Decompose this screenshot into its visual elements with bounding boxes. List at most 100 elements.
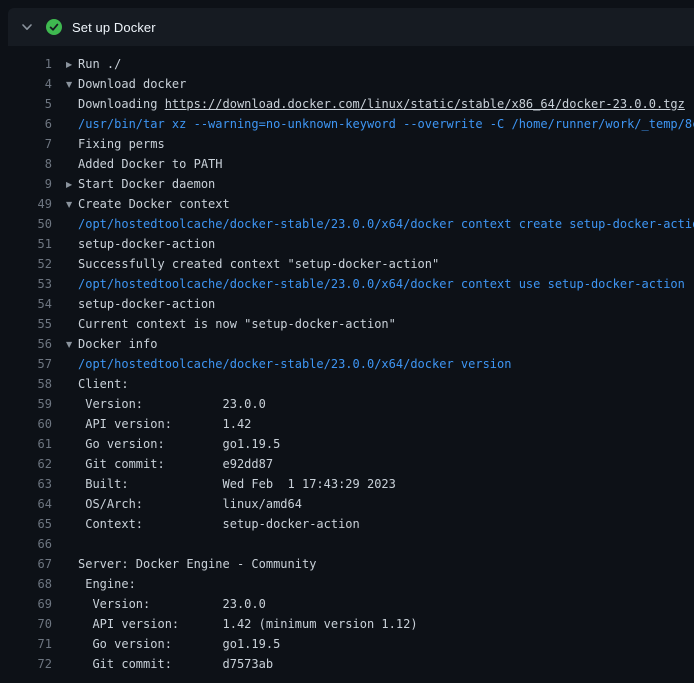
- line-number[interactable]: 61: [6, 437, 52, 451]
- line-number[interactable]: 51: [6, 237, 52, 251]
- log-command-line: /opt/hostedtoolcache/docker-stable/23.0.…: [66, 277, 685, 291]
- log-group-title[interactable]: ▶Start Docker daemon: [66, 177, 215, 191]
- success-check-icon: [46, 19, 62, 35]
- log-command-line: /opt/hostedtoolcache/docker-stable/23.0.…: [66, 357, 511, 371]
- line-content: Added Docker to PATH: [66, 157, 223, 171]
- line-number[interactable]: 60: [6, 417, 52, 431]
- line-number[interactable]: 57: [6, 357, 52, 371]
- log-row: 66: [0, 534, 694, 554]
- line-content: Client:: [66, 377, 129, 391]
- log-row: 4 ▼Download docker: [0, 74, 694, 94]
- log-group-title[interactable]: ▶Run ./: [66, 57, 121, 71]
- line-number[interactable]: 62: [6, 457, 52, 471]
- log-row: 5 Downloading https://download.docker.co…: [0, 94, 694, 114]
- log-row: 64 OS/Arch: linux/amd64: [0, 494, 694, 514]
- log-row: 52 Successfully created context "setup-d…: [0, 254, 694, 274]
- line-number[interactable]: 53: [6, 277, 52, 291]
- line-content: API version: 1.42 (minimum version 1.12): [66, 617, 418, 631]
- line-number[interactable]: 58: [6, 377, 52, 391]
- log-group-title[interactable]: ▼Create Docker context: [66, 197, 230, 211]
- line-content: Current context is now "setup-docker-act…: [66, 317, 396, 331]
- line-content: API version: 1.42: [66, 417, 251, 431]
- log-row: 65 Context: setup-docker-action: [0, 514, 694, 534]
- log-row: 9 ▶Start Docker daemon: [0, 174, 694, 194]
- line-content: Fixing perms: [66, 137, 165, 151]
- chevron-collapsed-icon: ▶: [66, 180, 78, 189]
- chevron-expanded-icon: ▼: [66, 200, 78, 209]
- chevron-collapsed-icon: ▶: [66, 60, 78, 69]
- log-row: 50 /opt/hostedtoolcache/docker-stable/23…: [0, 214, 694, 234]
- log-group-title[interactable]: ▼Docker info: [66, 337, 157, 351]
- log-row: 68 Engine:: [0, 574, 694, 594]
- line-number[interactable]: 50: [6, 217, 52, 231]
- log-row: 72 Git commit: d7573ab: [0, 654, 694, 674]
- step-header[interactable]: Set up Docker: [8, 8, 694, 46]
- line-content: Go version: go1.19.5: [66, 437, 280, 451]
- log-group-title[interactable]: ▼Download docker: [66, 77, 186, 91]
- log-command-line: /usr/bin/tar xz --warning=no-unknown-key…: [66, 117, 694, 131]
- line-number[interactable]: 54: [6, 297, 52, 311]
- line-number[interactable]: 65: [6, 517, 52, 531]
- log-lines: 1 ▶Run ./ 4 ▼Download docker 5 Downloadi…: [0, 54, 694, 674]
- log-row: 69 Version: 23.0.0: [0, 594, 694, 614]
- line-number[interactable]: 72: [6, 657, 52, 671]
- log-row: 63 Built: Wed Feb 1 17:43:29 2023: [0, 474, 694, 494]
- line-number[interactable]: 5: [6, 97, 52, 111]
- line-content: Downloading https://download.docker.com/…: [66, 97, 685, 111]
- line-number[interactable]: 70: [6, 617, 52, 631]
- line-number[interactable]: 71: [6, 637, 52, 651]
- log-row: 67 Server: Docker Engine - Community: [0, 554, 694, 574]
- line-content: Built: Wed Feb 1 17:43:29 2023: [66, 477, 396, 491]
- line-number[interactable]: 49: [6, 197, 52, 211]
- log-row: 7 Fixing perms: [0, 134, 694, 154]
- line-content: Go version: go1.19.5: [66, 637, 280, 651]
- log-row: 8 Added Docker to PATH: [0, 154, 694, 174]
- line-number[interactable]: 55: [6, 317, 52, 331]
- log-command-line: /opt/hostedtoolcache/docker-stable/23.0.…: [66, 217, 694, 231]
- line-number[interactable]: 63: [6, 477, 52, 491]
- log-url-link[interactable]: https://download.docker.com/linux/static…: [165, 97, 685, 111]
- line-number[interactable]: 7: [6, 137, 52, 151]
- line-number[interactable]: 64: [6, 497, 52, 511]
- line-content: Git commit: d7573ab: [66, 657, 273, 671]
- line-number[interactable]: 8: [6, 157, 52, 171]
- log-row: 62 Git commit: e92dd87: [0, 454, 694, 474]
- log-row: 61 Go version: go1.19.5: [0, 434, 694, 454]
- log-row: 70 API version: 1.42 (minimum version 1.…: [0, 614, 694, 634]
- line-content: Git commit: e92dd87: [66, 457, 273, 471]
- chevron-expanded-icon: ▼: [66, 80, 78, 89]
- line-number[interactable]: 59: [6, 397, 52, 411]
- log-row: 60 API version: 1.42: [0, 414, 694, 434]
- log-row: 49 ▼Create Docker context: [0, 194, 694, 214]
- log-row: 53 /opt/hostedtoolcache/docker-stable/23…: [0, 274, 694, 294]
- line-number[interactable]: 67: [6, 557, 52, 571]
- line-number[interactable]: 1: [6, 57, 52, 71]
- log-row: 1 ▶Run ./: [0, 54, 694, 74]
- line-number[interactable]: 69: [6, 597, 52, 611]
- log-row: 71 Go version: go1.19.5: [0, 634, 694, 654]
- line-number[interactable]: 9: [6, 177, 52, 191]
- line-content: Server: Docker Engine - Community: [66, 557, 316, 571]
- line-number[interactable]: 68: [6, 577, 52, 591]
- line-content: setup-docker-action: [66, 237, 215, 251]
- log-row: 55 Current context is now "setup-docker-…: [0, 314, 694, 334]
- chevron-expanded-icon: ▼: [66, 340, 78, 349]
- chevron-down-icon[interactable]: [20, 20, 34, 34]
- line-content: OS/Arch: linux/amd64: [66, 497, 302, 511]
- line-content: Context: setup-docker-action: [66, 517, 360, 531]
- line-content: Engine:: [66, 577, 136, 591]
- log-row: 58 Client:: [0, 374, 694, 394]
- line-number[interactable]: 4: [6, 77, 52, 91]
- log-row: 56 ▼Docker info: [0, 334, 694, 354]
- line-number[interactable]: 6: [6, 117, 52, 131]
- line-number[interactable]: 56: [6, 337, 52, 351]
- step-title: Set up Docker: [72, 20, 156, 35]
- log-row: 6 /usr/bin/tar xz --warning=no-unknown-k…: [0, 114, 694, 134]
- log-row: 51 setup-docker-action: [0, 234, 694, 254]
- line-number[interactable]: 52: [6, 257, 52, 271]
- line-content: Version: 23.0.0: [66, 597, 266, 611]
- line-content: setup-docker-action: [66, 297, 215, 311]
- log-row: 57 /opt/hostedtoolcache/docker-stable/23…: [0, 354, 694, 374]
- line-number[interactable]: 66: [6, 537, 52, 551]
- log-row: 59 Version: 23.0.0: [0, 394, 694, 414]
